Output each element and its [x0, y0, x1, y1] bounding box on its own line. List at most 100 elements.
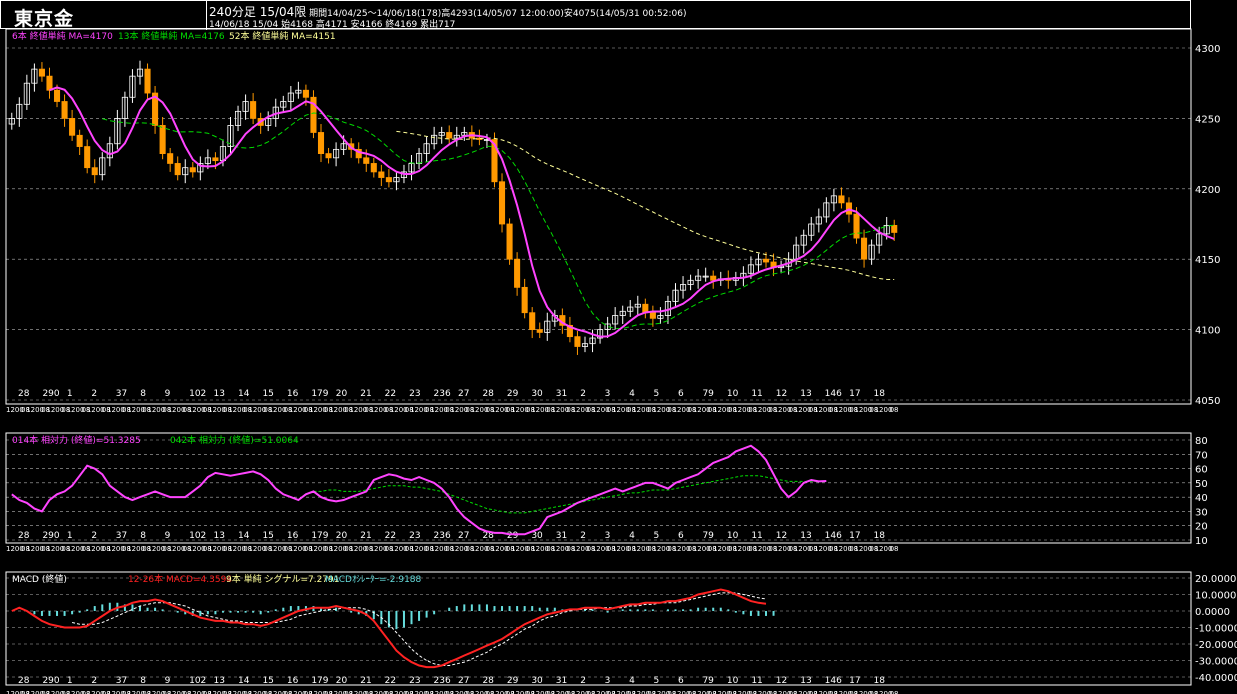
x-day-label: 31: [556, 676, 567, 686]
rsi14-line: [11, 444, 827, 536]
x-day-label: 146: [825, 676, 842, 686]
x-day-label: 6: [678, 531, 684, 541]
y-tick-label: 4200: [1195, 185, 1220, 196]
x-day-label: 2: [91, 531, 97, 541]
macd-panel: 20.0000 10.0000 0.0000 -10.0000 -20.0000 -30.…: [6, 573, 1237, 694]
x-day-label: 30: [531, 531, 543, 541]
x-day-label: 5: [654, 531, 660, 541]
candle-body: [710, 275, 717, 281]
legend-entry: 6本 終値単純 MA=4170: [12, 30, 113, 42]
candle-body: [762, 258, 770, 263]
candle-body: [144, 68, 151, 94]
x-day-label: 9: [165, 389, 171, 399]
x-day-label: 3: [605, 676, 611, 686]
x-day-label: 20: [336, 531, 348, 541]
x-day-label: 27: [458, 389, 469, 399]
y-tick-label: 80: [1195, 436, 1208, 447]
x-day-label: 29: [507, 676, 519, 686]
y-tick-label: 0.0000: [1195, 607, 1230, 618]
y-tick-label: 70: [1195, 450, 1208, 461]
x-day-label: 28: [482, 389, 494, 399]
x-day-label: 11: [751, 389, 762, 399]
x-day-label: 5: [654, 676, 660, 686]
x-day-label: 8: [140, 531, 146, 541]
candle-body: [446, 132, 453, 139]
x-day-label: 17: [849, 676, 860, 686]
candle-body: [61, 101, 68, 119]
ma13-line: [102, 112, 895, 330]
candle-body: [159, 125, 166, 155]
y-tick-label: -20.0000: [1195, 640, 1237, 651]
x-day-label: 15: [262, 389, 273, 399]
candle-body: [302, 89, 309, 98]
x-day-label: 17: [849, 389, 860, 399]
candle-body: [84, 146, 91, 169]
candle-body: [574, 336, 581, 347]
x-day-label: 37: [116, 676, 127, 686]
x-day-label: 10: [727, 676, 739, 686]
rsi-panel: 807060504030201028 290 1 2 37 8 9 102 13 14 15 16 17…: [6, 434, 1208, 553]
candle-body: [69, 118, 76, 136]
candle-body: [536, 329, 543, 333]
x-day-label: 11: [751, 531, 762, 541]
x-day-label: 4: [629, 389, 635, 399]
x-day-label: 30: [531, 676, 543, 686]
panel-frame: [5, 28, 1192, 405]
x-day-label: 28: [18, 531, 30, 541]
candle-body: [38, 68, 45, 77]
y-tick-label: -30.0000: [1195, 657, 1237, 668]
x-day-label: 2: [580, 389, 586, 399]
x-day-label: 27: [458, 531, 469, 541]
candle-body: [167, 153, 174, 164]
y-tick-label: 4300: [1195, 44, 1220, 55]
x-day-label: 1: [67, 676, 73, 686]
legend-entry: 52本 終値単純 MA=4151: [229, 30, 336, 42]
legend-entry: MACDｵｼﾚｰﾀｰ=-2.9188: [325, 574, 422, 585]
x-day-label: 13: [214, 531, 225, 541]
y-tick-label: 60: [1195, 465, 1208, 476]
x-day-label: 4: [629, 531, 635, 541]
ma52-line: [396, 130, 895, 280]
y-tick-label: -10.0000: [1195, 624, 1237, 635]
y-tick-label: 4050: [1195, 396, 1220, 407]
candle-body: [649, 312, 656, 319]
x-day-label: 4: [629, 676, 635, 686]
x-day-label: 30: [531, 389, 543, 399]
y-tick-label: 20.0000: [1195, 574, 1236, 585]
x-day-label: 28: [18, 389, 30, 399]
candle-body: [861, 237, 868, 260]
candle-body: [174, 163, 181, 176]
ma6-line: [49, 86, 895, 338]
legend-entry: MACD (終値): [12, 573, 67, 585]
x-day-label: 102: [189, 389, 206, 399]
candle-body: [838, 195, 845, 204]
x-day-label: 9: [165, 531, 171, 541]
candle-body: [76, 134, 83, 147]
x-day-label: 15: [262, 531, 273, 541]
candle-body: [853, 213, 860, 239]
legend-entry: 9本 単純 シグナル=7.2791: [226, 573, 339, 585]
x-day-label: 31: [556, 389, 567, 399]
x-day-label: 20: [336, 676, 348, 686]
x-day-label: 16: [287, 676, 299, 686]
x-day-label: 236: [434, 531, 451, 541]
x-day-label: 236: [434, 389, 451, 399]
x-day-label: 21: [360, 531, 371, 541]
candle-body: [498, 181, 506, 225]
x-day-label: 3: [605, 531, 611, 541]
x-day-label: 5: [654, 389, 660, 399]
x-day-label: 18: [874, 389, 886, 399]
x-day-label: 290: [42, 531, 59, 541]
x-day-label: 14: [238, 676, 250, 686]
signal-line: [71, 592, 767, 666]
x-day-label: 3: [605, 389, 611, 399]
candle-body: [514, 258, 521, 288]
x-day-label: 22: [385, 389, 396, 399]
x-day-label: 179: [311, 389, 328, 399]
x-day-label: 21: [360, 389, 371, 399]
candle-body: [53, 89, 61, 102]
y-tick-label: 20: [1195, 522, 1208, 533]
x-day-label: 11: [751, 676, 762, 686]
x-day-label: 23: [409, 531, 420, 541]
candle-body: [317, 132, 325, 154]
